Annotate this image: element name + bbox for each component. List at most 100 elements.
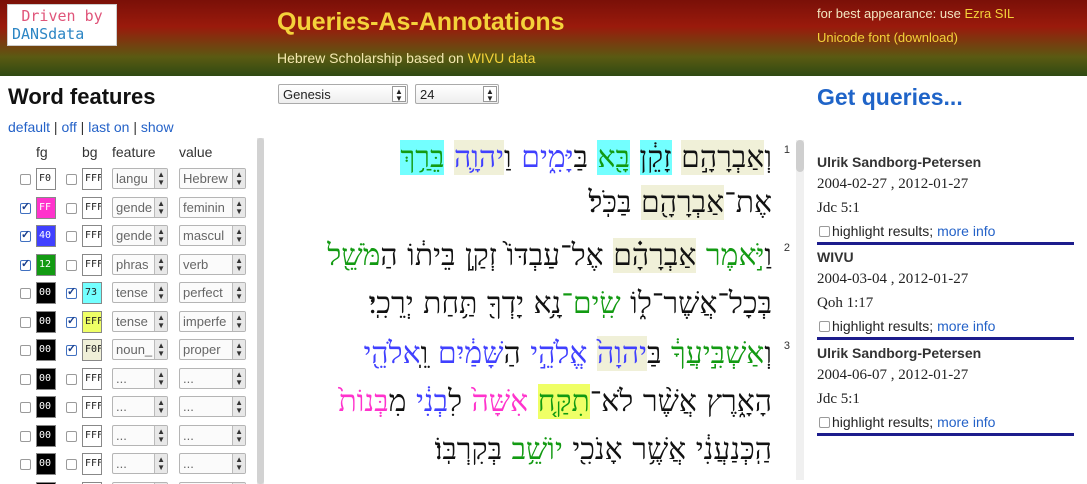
bg-checkbox[interactable]: [66, 202, 77, 214]
value-select[interactable]: feminin ▲ ▼: [179, 196, 246, 218]
fg-color-swatch[interactable]: 00: [36, 339, 56, 361]
hebrew-word[interactable]: הַ: [503, 336, 530, 371]
fg-checkbox[interactable]: [20, 257, 31, 271]
hebrew-word[interactable]: בֵּרַ֥ךְ: [400, 140, 445, 175]
feature-select[interactable]: ... ▲▼: [112, 424, 168, 446]
hebrew-word[interactable]: אַבְרָהָ֣ם: [681, 140, 765, 175]
hebrew-word[interactable]: בַּ: [617, 185, 641, 220]
value-select[interactable]: imperfe ▲ ▼: [179, 310, 246, 332]
fg-checkbox[interactable]: [20, 345, 31, 356]
fg-color-swatch[interactable]: 12: [36, 253, 56, 276]
hebrew-word[interactable]: יהוָה֙: [596, 336, 648, 371]
value-select[interactable]: verb ▲ ▼: [179, 253, 246, 275]
hebrew-word[interactable]: שָּׁמַ֔יִם: [438, 336, 504, 371]
hebrew-word[interactable]: כֹּֽל׃: [588, 185, 617, 220]
hebrew-word[interactable]: וַ: [504, 140, 521, 175]
hebrew-word[interactable]: [587, 336, 597, 371]
highlight-checkbox[interactable]: [819, 417, 830, 428]
feature-select[interactable]: tense ▲ ▼: [112, 282, 168, 303]
fg-checkbox[interactable]: [20, 373, 31, 385]
fg-checkbox[interactable]: [20, 316, 31, 328]
query-reference[interactable]: Jdc 5:1: [817, 200, 1074, 217]
hebrew-word[interactable]: הַֽכְּנַעֲנִ֔י אֲשֶׁ֥ר אָנֹכִ֖י: [563, 432, 772, 467]
bg-color-swatch[interactable]: FFF: [82, 367, 102, 390]
fg-color-swatch[interactable]: 00: [36, 453, 56, 475]
feature-select[interactable]: tense ▲ ▼: [112, 310, 168, 332]
fg-checkbox[interactable]: [20, 228, 31, 242]
fg-checkbox[interactable]: [20, 200, 31, 214]
hebrew-word[interactable]: תִקַּ֤ח: [537, 384, 590, 419]
hebrew-word[interactable]: יהוָ֛ה: [453, 140, 505, 175]
hebrew-word[interactable]: אֶת־: [724, 185, 772, 220]
hebrew-word[interactable]: אֶל־עַבְדּוֹ֙ זְקַ֣ן בֵּית֔וֹ הַ: [380, 238, 613, 273]
feature-select[interactable]: gende ▲ ▼: [112, 196, 168, 218]
bg-color-swatch[interactable]: FFF: [82, 396, 102, 418]
hebrew-word[interactable]: זָקֵ֔ן: [639, 140, 672, 175]
hebrew-word[interactable]: בָּ֖א: [597, 140, 630, 175]
bg-color-swatch[interactable]: FFF: [82, 196, 102, 219]
bg-checkbox[interactable]: [66, 285, 77, 299]
hebrew-word[interactable]: וְ: [764, 336, 772, 371]
preset-default-link[interactable]: default: [8, 119, 50, 135]
chapter-select[interactable]: 24 ▲ ▼: [415, 84, 499, 104]
hebrew-word[interactable]: וַ: [764, 238, 772, 273]
hebrew-word[interactable]: יֹּ֣אמֶר: [706, 238, 764, 273]
bg-color-swatch[interactable]: FFF: [82, 424, 102, 447]
hebrew-word[interactable]: אִשָּׁה֙: [472, 384, 529, 419]
value-select[interactable]: ... ▲▼: [179, 453, 246, 474]
value-select[interactable]: perfect ▲ ▼: [179, 282, 246, 303]
hebrew-word[interactable]: אַשְׁבִּ֣יעֲךָ֔: [671, 336, 764, 371]
bg-checkbox[interactable]: [66, 342, 77, 356]
hebrew-word[interactable]: יָּמִ֑ים: [521, 140, 573, 175]
feature-select[interactable]: langu ▲ ▼: [112, 168, 168, 189]
fg-color-swatch[interactable]: 00: [36, 310, 56, 333]
hebrew-word[interactable]: וְ: [764, 140, 772, 175]
bg-checkbox[interactable]: [66, 231, 77, 242]
fg-checkbox[interactable]: [20, 402, 31, 413]
bg-color-swatch[interactable]: FFF: [82, 453, 102, 475]
hebrew-word[interactable]: בַּ: [573, 140, 597, 175]
preset-show-link[interactable]: show: [141, 119, 174, 135]
bg-color-swatch[interactable]: FFF: [82, 253, 102, 276]
more-info-link[interactable]: more info: [937, 414, 995, 430]
hebrew-word[interactable]: בְּנוֹת֙: [338, 384, 388, 419]
bg-checkbox[interactable]: [66, 459, 77, 470]
wivu-data-link[interactable]: WIVU data: [468, 50, 536, 66]
query-reference[interactable]: Qoh 1:17: [817, 295, 1074, 312]
bg-checkbox[interactable]: [66, 402, 77, 413]
bg-color-swatch[interactable]: 73: [82, 282, 102, 304]
fg-checkbox[interactable]: [20, 288, 31, 299]
fg-checkbox[interactable]: [20, 174, 31, 185]
hebrew-word[interactable]: בַּ: [647, 336, 671, 371]
hebrew-word[interactable]: בְנִ֔י: [416, 384, 448, 419]
bg-color-swatch[interactable]: FFF: [82, 168, 102, 190]
bg-color-swatch[interactable]: FFF: [82, 225, 102, 247]
hebrew-word[interactable]: [444, 140, 454, 175]
feature-select[interactable]: phras ▲ ▼: [112, 253, 168, 275]
preset-last-on-link[interactable]: last on: [88, 119, 129, 135]
get-queries-link[interactable]: Get queries...: [817, 84, 963, 111]
bg-checkbox[interactable]: [66, 430, 77, 442]
hebrew-word[interactable]: בְּכָל־אֲשֶׁר־ל֑וֹ: [621, 286, 772, 321]
value-select[interactable]: ... ▲▼: [179, 396, 246, 417]
text-scroll-thumb[interactable]: [796, 140, 804, 172]
hebrew-word[interactable]: [696, 238, 706, 273]
value-select[interactable]: proper ▲ ▼: [179, 339, 246, 360]
more-info-link[interactable]: more info: [937, 318, 995, 334]
hebrew-word[interactable]: [630, 140, 640, 175]
fg-color-swatch[interactable]: FF: [36, 196, 56, 219]
bg-checkbox[interactable]: [66, 373, 77, 385]
fg-checkbox[interactable]: [20, 459, 31, 470]
value-select[interactable]: ... ▲▼: [179, 367, 246, 389]
ezra-sil-link[interactable]: Ezra SIL: [964, 6, 1014, 21]
value-select[interactable]: mascul ▲ ▼: [179, 225, 246, 246]
hebrew-word[interactable]: מֹּשֵׁ֖ל: [327, 238, 380, 273]
fg-color-swatch[interactable]: F0: [36, 168, 56, 190]
highlight-checkbox[interactable]: [819, 321, 830, 332]
feature-select[interactable]: noun_ ▲ ▼: [112, 339, 168, 360]
bg-checkbox[interactable]: [66, 174, 77, 185]
fg-color-swatch[interactable]: 00: [36, 367, 56, 390]
fg-color-swatch[interactable]: 00: [36, 396, 56, 418]
fg-color-swatch[interactable]: 00: [36, 424, 56, 447]
more-info-link[interactable]: more info: [937, 223, 995, 239]
